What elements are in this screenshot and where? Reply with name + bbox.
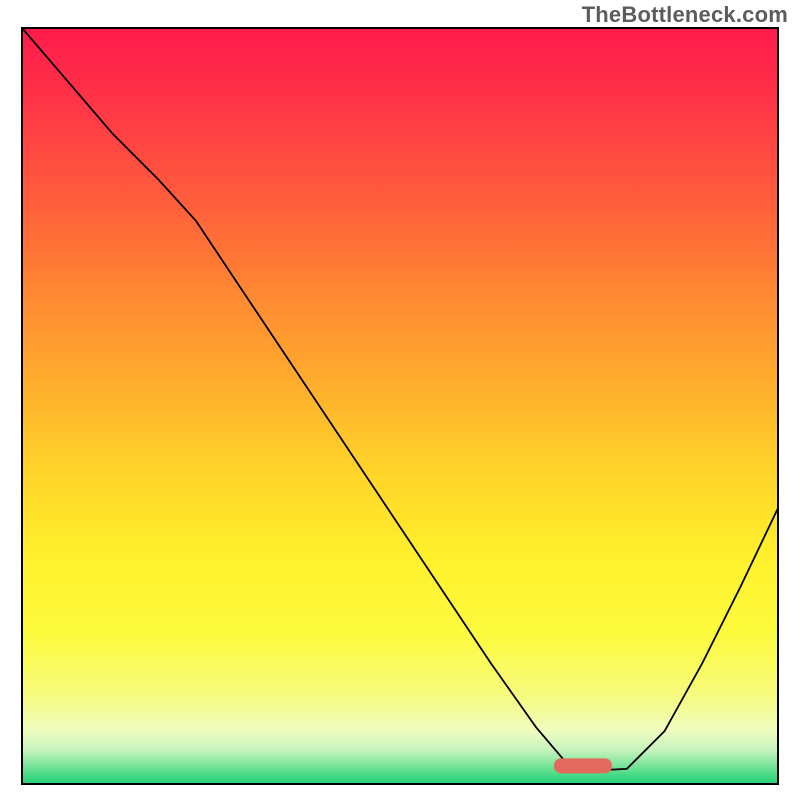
optimum-marker [554, 758, 612, 773]
bottleneck-chart [0, 0, 800, 800]
plot-background [22, 28, 778, 784]
